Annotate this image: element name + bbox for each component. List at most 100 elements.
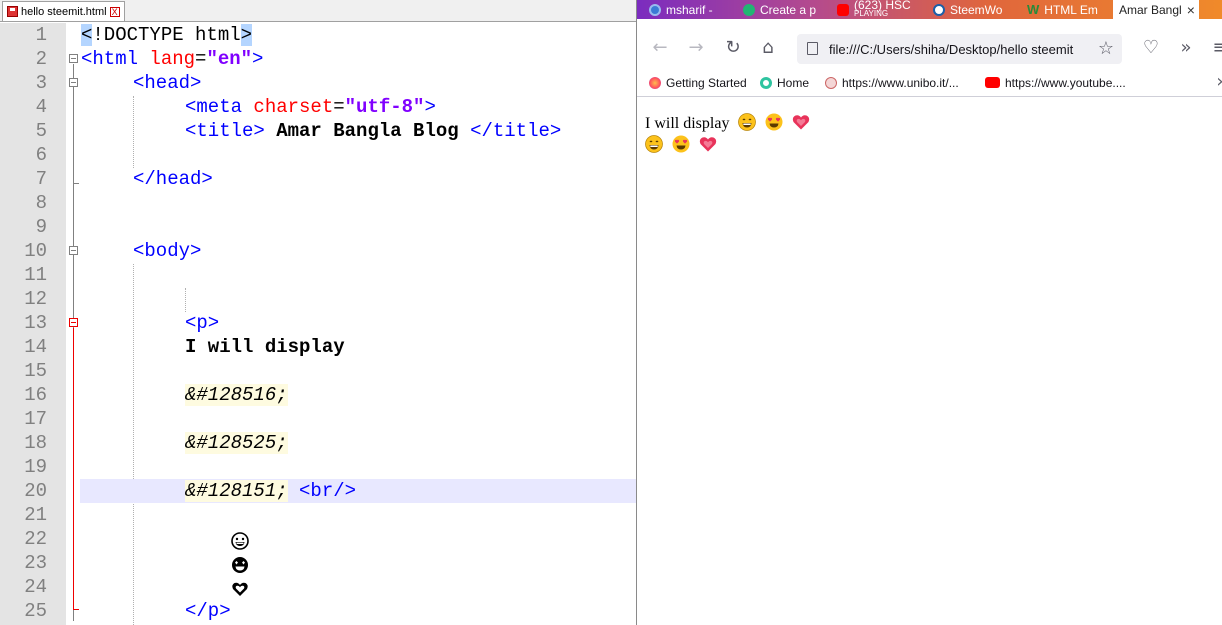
menu-icon[interactable]: ≡ bbox=[1209, 37, 1222, 59]
browser-window: msharif - Create a p (623) HSC PLAYING St… bbox=[636, 0, 1222, 625]
url-input[interactable] bbox=[829, 41, 1099, 57]
browser-tab[interactable]: SteemWo bbox=[933, 0, 1017, 19]
browser-tab-label: Create a p bbox=[760, 2, 817, 17]
line-number: 10 bbox=[24, 240, 47, 262]
heart-eyes-emoji bbox=[672, 135, 690, 153]
fold-end-head bbox=[73, 183, 79, 184]
youtube-icon bbox=[985, 77, 1000, 88]
fold-line-active bbox=[73, 328, 74, 609]
unibo-seal-icon bbox=[825, 76, 837, 89]
line-number: 6 bbox=[35, 144, 47, 166]
current-line-highlight bbox=[80, 479, 636, 503]
line-number: 5 bbox=[35, 120, 47, 142]
browser-tab-strip: msharif - Create a p (623) HSC PLAYING St… bbox=[637, 0, 1222, 19]
navigation-toolbar: ← → ↻ ⌂ ☆ ♡ » ≡ bbox=[637, 29, 1222, 69]
line-number: 2 bbox=[35, 48, 47, 70]
code-line-entity-grin: &#128516; bbox=[185, 384, 288, 406]
close-icon[interactable]: X bbox=[109, 6, 120, 17]
browser-tab-label: SteemWo bbox=[950, 2, 1003, 17]
code-line-body: <body> bbox=[133, 240, 202, 262]
line-number: 20 bbox=[24, 480, 47, 502]
line-number: 7 bbox=[35, 168, 47, 190]
address-bar[interactable]: ☆ bbox=[797, 34, 1122, 64]
steemit-favicon-icon bbox=[743, 3, 755, 16]
line-number: 9 bbox=[35, 216, 47, 238]
file-tab-label: hello steemit.html bbox=[21, 5, 107, 18]
wordpress-favicon-icon bbox=[933, 3, 945, 16]
w3schools-favicon-icon: W bbox=[1027, 2, 1040, 17]
save-icon bbox=[7, 6, 18, 17]
line-number: 11 bbox=[24, 264, 47, 286]
line-number: 1 bbox=[35, 24, 47, 46]
fold-toggle-html[interactable] bbox=[69, 54, 78, 63]
line-number: 21 bbox=[24, 504, 47, 526]
code-line-head: <head> bbox=[133, 72, 202, 94]
code-line-entity-heart: &#128151; <br/> bbox=[185, 480, 357, 502]
bookmark-item[interactable]: Getting Started bbox=[649, 74, 747, 91]
line-number: 4 bbox=[35, 96, 47, 118]
grinning-face-emoji bbox=[185, 505, 249, 550]
page-icon bbox=[807, 42, 818, 55]
code-line-p-close: </p> bbox=[185, 600, 231, 622]
code-line-meta: <meta charset="utf-8"> bbox=[185, 96, 436, 118]
browser-tab-active[interactable]: Amar Bangl × bbox=[1113, 0, 1199, 19]
line-number: 12 bbox=[24, 288, 47, 310]
line-number: 14 bbox=[24, 336, 47, 358]
browser-tab[interactable]: Create a p bbox=[743, 0, 827, 19]
browser-tab-label: Amar Bangl bbox=[1119, 2, 1182, 17]
line-number: 25 bbox=[24, 600, 47, 622]
star-icon[interactable]: ☆ bbox=[1095, 38, 1117, 60]
home-icon[interactable]: ⌂ bbox=[757, 37, 779, 59]
indent-guide bbox=[133, 96, 134, 168]
fold-end-p bbox=[73, 609, 79, 610]
firefox-icon bbox=[649, 76, 661, 89]
bookmark-item[interactable]: https://www.unibo.it/... bbox=[825, 74, 959, 91]
line-number: 15 bbox=[24, 360, 47, 382]
line-number: 13 bbox=[24, 312, 47, 334]
editor-tab-bar: hello steemit.html X bbox=[0, 0, 636, 22]
bookmarks-toolbar: Getting Started Home https://www.unibo.i… bbox=[637, 69, 1222, 97]
overflow-chevron-icon[interactable]: » bbox=[1175, 37, 1197, 59]
back-arrow-icon[interactable]: ← bbox=[649, 37, 671, 59]
bookmarks-overflow-icon[interactable]: › bbox=[1209, 71, 1222, 93]
code-line-title: <title> Amar Bangla Blog </title> bbox=[185, 120, 562, 142]
profile-favicon-icon bbox=[649, 3, 661, 16]
close-tab-icon[interactable]: × bbox=[1187, 2, 1195, 18]
paragraph-text: I will display bbox=[645, 115, 730, 132]
line-number: 19 bbox=[24, 456, 47, 478]
line-number: 3 bbox=[35, 72, 47, 94]
page-content: I will display bbox=[637, 97, 1222, 625]
line-number: 22 bbox=[24, 528, 47, 550]
bookmark-label: Getting Started bbox=[666, 75, 747, 90]
growing-heart-emoji bbox=[699, 137, 717, 152]
browser-tab[interactable]: msharif - bbox=[649, 0, 733, 19]
grinning-face-emoji bbox=[645, 135, 663, 153]
reload-icon[interactable]: ↻ bbox=[722, 37, 744, 59]
bookmark-item[interactable]: https://www.youtube.... bbox=[985, 74, 1126, 91]
browser-tab[interactable]: W HTML Em bbox=[1027, 0, 1111, 19]
pocket-icon[interactable]: ♡ bbox=[1140, 37, 1162, 59]
line-number: 18 bbox=[24, 432, 47, 454]
editor-file-tab[interactable]: hello steemit.html X bbox=[2, 1, 125, 21]
growing-heart-emoji bbox=[185, 553, 249, 596]
indent-guide bbox=[185, 288, 186, 312]
line-number: 24 bbox=[24, 576, 47, 598]
line-number: 8 bbox=[35, 192, 47, 214]
code-line-html: <html lang="en"> bbox=[81, 48, 264, 70]
browser-tab-label: msharif - bbox=[666, 2, 713, 17]
code-line-entity-heart-eyes: &#128525; bbox=[185, 432, 288, 454]
browser-tab[interactable]: (623) HSC PLAYING bbox=[837, 0, 923, 19]
bookmark-label: https://www.unibo.it/... bbox=[842, 75, 959, 90]
code-line-doctype: <!DOCTYPE html> bbox=[81, 24, 253, 46]
grinning-face-emoji bbox=[738, 113, 757, 131]
forward-arrow-icon[interactable]: → bbox=[685, 37, 707, 59]
code-editor[interactable]: hello steemit.html X 1 2 3 4 5 6 7 8 9 1… bbox=[0, 0, 636, 625]
fold-toggle-body[interactable] bbox=[69, 246, 78, 255]
bookmark-item[interactable]: Home bbox=[760, 74, 809, 91]
fold-toggle-p[interactable] bbox=[69, 318, 78, 327]
fold-toggle-head[interactable] bbox=[69, 78, 78, 87]
line-number-gutter: 1 2 3 4 5 6 7 8 9 10 11 12 13 14 15 16 1… bbox=[0, 23, 66, 625]
rendered-paragraph: I will display bbox=[645, 113, 810, 157]
steemit-icon bbox=[760, 76, 772, 89]
heart-eyes-emoji bbox=[765, 113, 783, 131]
